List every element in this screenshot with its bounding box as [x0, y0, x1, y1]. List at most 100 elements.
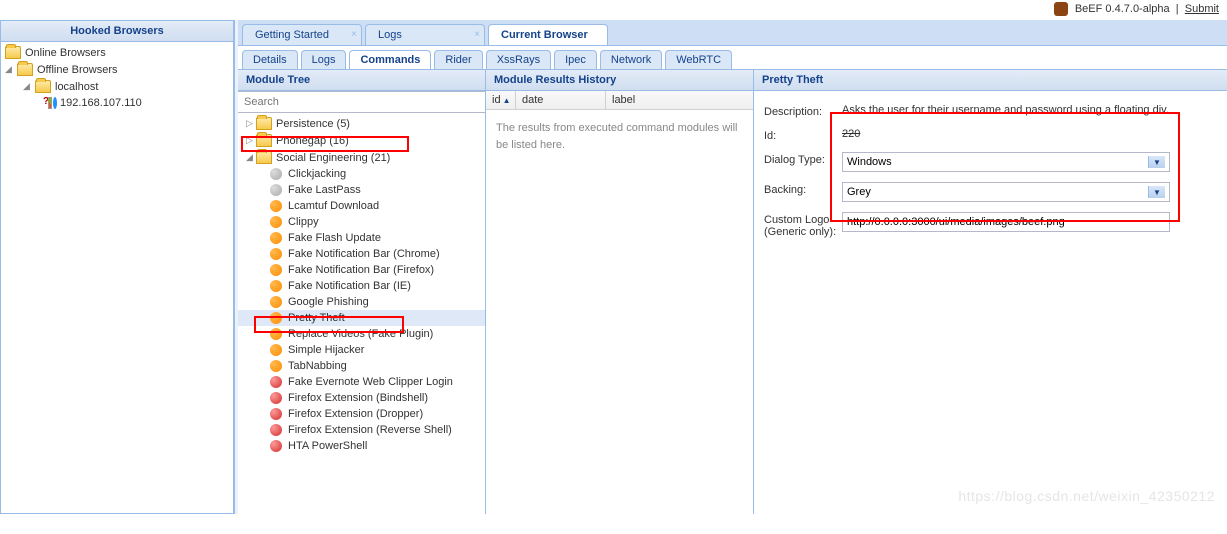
- module-item[interactable]: HTA PowerShell: [238, 438, 485, 454]
- host-node[interactable]: ◢ localhost: [5, 78, 229, 95]
- expand-arrow-icon[interactable]: ▷: [246, 135, 256, 146]
- module-item[interactable]: TabNabbing: [238, 358, 485, 374]
- id-label: Id:: [764, 128, 842, 142]
- id-value: 220: [842, 128, 1217, 140]
- module-label: Firefox Extension (Dropper): [288, 408, 423, 420]
- folder-label: Phonegap (16): [276, 135, 349, 147]
- module-item[interactable]: Firefox Extension (Bindshell): [238, 390, 485, 406]
- module-label: Firefox Extension (Bindshell): [288, 392, 428, 404]
- module-search-input[interactable]: [238, 92, 485, 112]
- module-item[interactable]: Clickjacking: [238, 166, 485, 182]
- hooked-client-node[interactable]: ? 192.168.107.110: [5, 95, 229, 111]
- collapse-arrow-icon[interactable]: ◢: [5, 64, 15, 75]
- dialog-type-combo[interactable]: ▼: [842, 152, 1170, 172]
- module-folder[interactable]: ▷ Phonegap (16): [238, 132, 485, 149]
- module-label: Pretty Theft: [288, 312, 345, 324]
- module-label: Clickjacking: [288, 168, 346, 180]
- status-bullet-icon: [270, 424, 282, 436]
- chevron-down-icon[interactable]: ▼: [1148, 186, 1165, 198]
- folder-icon: [256, 117, 272, 130]
- col-label[interactable]: label: [606, 91, 753, 109]
- module-label: Lcamtuf Download: [288, 200, 379, 212]
- status-bullet-icon: [270, 200, 282, 212]
- beef-logo-icon: [1054, 2, 1068, 16]
- module-item[interactable]: Lcamtuf Download: [238, 198, 485, 214]
- status-bullet-icon: [270, 360, 282, 372]
- status-bullet-icon: [270, 168, 282, 180]
- status-bullet-icon: [270, 376, 282, 388]
- subtab-logs[interactable]: Logs: [301, 50, 347, 69]
- chevron-down-icon[interactable]: ▼: [1148, 156, 1165, 168]
- module-label: Fake Notification Bar (Firefox): [288, 264, 434, 276]
- module-label: Fake Evernote Web Clipper Login: [288, 376, 453, 388]
- module-item[interactable]: Replace Videos (Fake Plugin): [238, 326, 485, 342]
- tab-logs[interactable]: Logs ×: [365, 24, 485, 45]
- product-name: BeEF: [1075, 3, 1103, 15]
- subtab-details[interactable]: Details: [242, 50, 298, 69]
- subtab-ipec[interactable]: Ipec: [554, 50, 597, 69]
- module-search[interactable]: [238, 91, 485, 113]
- custom-logo-label: Custom Logo(Generic only):: [764, 212, 842, 238]
- subtab-webrtc[interactable]: WebRTC: [665, 50, 732, 69]
- module-item[interactable]: Firefox Extension (Reverse Shell): [238, 422, 485, 438]
- status-bullet-icon: [270, 248, 282, 260]
- backing-label: Backing:: [764, 182, 842, 196]
- module-folder[interactable]: ◢Social Engineering (21): [238, 149, 485, 166]
- tab-getting-started[interactable]: Getting Started ×: [242, 24, 362, 45]
- status-bullet-icon: [270, 280, 282, 292]
- module-item[interactable]: Google Phishing: [238, 294, 485, 310]
- host-label: localhost: [55, 81, 98, 93]
- folder-icon: [256, 151, 272, 164]
- module-item[interactable]: Fake LastPass: [238, 182, 485, 198]
- details-header: Pretty Theft: [754, 70, 1227, 91]
- subtab-rider[interactable]: Rider: [434, 50, 482, 69]
- close-icon[interactable]: ×: [474, 29, 480, 40]
- backing-combo[interactable]: ▼: [842, 182, 1170, 202]
- custom-logo-input[interactable]: [842, 212, 1170, 232]
- subtab-xssrays[interactable]: XssRays: [486, 50, 551, 69]
- results-empty-message: The results from executed command module…: [486, 110, 753, 163]
- module-item[interactable]: Fake Evernote Web Clipper Login: [238, 374, 485, 390]
- module-label: Firefox Extension (Reverse Shell): [288, 424, 452, 436]
- col-id[interactable]: id▲: [486, 91, 516, 109]
- online-browsers-node[interactable]: Online Browsers: [5, 44, 229, 61]
- module-item[interactable]: Fake Notification Bar (Firefox): [238, 262, 485, 278]
- module-label: Fake Notification Bar (Chrome): [288, 248, 440, 260]
- module-label: TabNabbing: [288, 360, 347, 372]
- hooked-browsers-panel: Hooked Browsers Online Browsers ◢ Offlin…: [0, 20, 234, 514]
- close-icon[interactable]: ×: [351, 29, 357, 40]
- description-value: Asks the user for their username and pas…: [842, 104, 1217, 116]
- folder-icon: [5, 46, 21, 59]
- col-date[interactable]: date: [516, 91, 606, 109]
- dialog-type-input[interactable]: [847, 156, 1148, 168]
- results-header: Module Results History: [486, 70, 753, 91]
- sub-tabs: Details Logs Commands Rider XssRays Ipec…: [238, 46, 1227, 70]
- backing-input[interactable]: [847, 186, 1148, 198]
- expand-arrow-icon[interactable]: ▷: [246, 118, 256, 129]
- results-panel: Module Results History id▲ date label Th…: [486, 70, 754, 514]
- module-label: Simple Hijacker: [288, 344, 364, 356]
- module-item[interactable]: Pretty Theft: [238, 310, 485, 326]
- subtab-network[interactable]: Network: [600, 50, 662, 69]
- module-item[interactable]: Clippy: [238, 214, 485, 230]
- subtab-commands[interactable]: Commands: [349, 50, 431, 69]
- expand-arrow-icon[interactable]: ◢: [246, 152, 256, 163]
- module-item[interactable]: Simple Hijacker: [238, 342, 485, 358]
- module-item[interactable]: Fake Notification Bar (Chrome): [238, 246, 485, 262]
- client-os-browser-icon: ?: [43, 97, 57, 109]
- tab-current-browser[interactable]: Current Browser: [488, 24, 608, 45]
- folder-label: Persistence (5): [276, 118, 350, 130]
- folder-icon: [35, 80, 51, 93]
- status-bullet-icon: [270, 328, 282, 340]
- module-folder[interactable]: ▷ Persistence (5): [238, 115, 485, 132]
- submit-link[interactable]: Submit: [1185, 3, 1219, 15]
- status-bullet-icon: [270, 344, 282, 356]
- module-item[interactable]: Fake Notification Bar (IE): [238, 278, 485, 294]
- module-label: Clippy: [288, 216, 319, 228]
- collapse-arrow-icon[interactable]: ◢: [23, 81, 33, 92]
- module-item[interactable]: Fake Flash Update: [238, 230, 485, 246]
- offline-browsers-node[interactable]: ◢ Offline Browsers: [5, 61, 229, 78]
- module-item[interactable]: Firefox Extension (Dropper): [238, 406, 485, 422]
- module-label: Fake Flash Update: [288, 232, 381, 244]
- description-label: Description:: [764, 104, 842, 118]
